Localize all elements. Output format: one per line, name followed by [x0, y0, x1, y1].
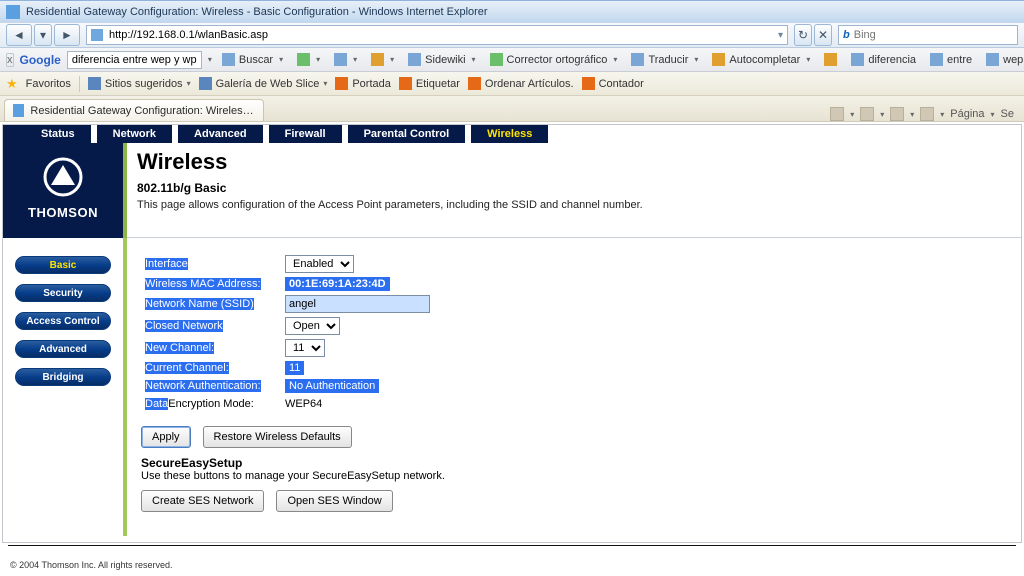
label-network-auth: Network Authentication:	[145, 380, 261, 392]
google-kw-entre[interactable]: entre	[926, 53, 976, 66]
select-closed-network[interactable]: Open	[285, 317, 340, 335]
back-button[interactable]: ◄	[6, 24, 32, 46]
router-top-nav: Status Network Advanced Firewall Parenta…	[3, 125, 1021, 143]
browser-command-bar: ▾ ▾ ▾ ▾ Página▾ Se	[830, 107, 1020, 121]
favorites-ordenar-articulos[interactable]: Ordenar Artículos.	[468, 77, 574, 90]
footer-copyright: © 2004 Thomson Inc. All rights reserved.	[0, 546, 1024, 576]
home-icon[interactable]	[830, 107, 844, 121]
value-network-auth: No Authentication	[285, 379, 379, 393]
google-highlight-button[interactable]	[820, 53, 841, 66]
label-current-channel: Current Channel:	[145, 362, 229, 374]
subnav-advanced[interactable]: Advanced	[15, 340, 111, 358]
page-description: This page allows configuration of the Ac…	[137, 199, 1011, 211]
apply-button[interactable]: Apply	[141, 426, 191, 448]
refresh-button[interactable]: ↻	[794, 24, 812, 46]
google-toolbar-search-input[interactable]	[67, 51, 202, 69]
address-dropdown-icon[interactable]: ▾	[778, 30, 783, 41]
label-interface: Interface	[145, 258, 188, 270]
brand-name: THOMSON	[7, 205, 119, 220]
browser-navbar: ◄ ▾ ► ▾ ↻ ✕ b	[0, 22, 1024, 48]
favorites-bar: ★ Favoritos Sitios sugeridos▾ Galería de…	[0, 72, 1024, 96]
browser-tab-active[interactable]: Residential Gateway Configuration: Wirel…	[4, 99, 264, 121]
brand-box: THOMSON	[3, 143, 123, 238]
favorites-etiquetar[interactable]: Etiquetar	[399, 77, 460, 90]
thomson-logo-icon	[43, 157, 83, 197]
google-sidewiki-button[interactable]: Sidewiki▾	[404, 53, 479, 66]
subnav-access-control[interactable]: Access Control	[15, 312, 111, 330]
url-input[interactable]	[109, 29, 772, 41]
google-share-button[interactable]: ▾	[293, 53, 324, 66]
google-toolbar-logo: Google	[20, 53, 61, 67]
value-mac: 00:1E:69:1A:23:4D	[285, 277, 390, 291]
google-traducir-button[interactable]: Traducir▾	[627, 53, 702, 66]
page-subtitle: 802.11b/g Basic	[137, 181, 1011, 195]
favorites-star-icon[interactable]: ★	[6, 76, 18, 92]
favorites-portada[interactable]: Portada	[335, 77, 391, 90]
subnav-security[interactable]: Security	[15, 284, 111, 302]
tab-favicon	[13, 104, 24, 117]
nav-advanced[interactable]: Advanced	[178, 125, 263, 143]
nav-network[interactable]: Network	[97, 125, 172, 143]
label-mac: Wireless MAC Address:	[145, 278, 261, 290]
google-kw-wep[interactable]: wep	[982, 53, 1024, 66]
address-bar[interactable]: ▾	[86, 25, 788, 45]
page-title: Wireless	[137, 149, 1011, 175]
nav-status[interactable]: Status	[25, 125, 91, 143]
google-toolbar: x Google ▾ Buscar▾ ▾ ▾ ▾ Sidewiki▾ Corre…	[0, 48, 1024, 72]
value-current-channel: 11	[285, 361, 304, 375]
google-search-dropdown-icon[interactable]: ▾	[208, 55, 212, 64]
search-input[interactable]	[854, 29, 1013, 41]
subnav-basic[interactable]: Basic	[15, 256, 111, 274]
page-viewport: Status Network Advanced Firewall Parenta…	[0, 122, 1024, 576]
nav-wireless[interactable]: Wireless	[471, 125, 548, 143]
back-history-dropdown[interactable]: ▾	[34, 24, 52, 46]
tab-label: Residential Gateway Configuration: Wirel…	[30, 105, 255, 117]
nav-parental-control[interactable]: Parental Control	[348, 125, 466, 143]
favorites-separator	[79, 76, 80, 92]
print-icon[interactable]	[920, 107, 934, 121]
google-bookmark-button[interactable]: ▾	[330, 53, 361, 66]
google-kw-diferencia[interactable]: diferencia	[847, 53, 920, 66]
favorites-sitios-sugeridos[interactable]: Sitios sugeridos▾	[88, 77, 191, 90]
create-ses-button[interactable]: Create SES Network	[141, 490, 264, 512]
mail-icon[interactable]	[890, 107, 904, 121]
wireless-basic-form: Interface Enabled Wireless MAC Address: …	[127, 238, 1021, 536]
browser-search-box[interactable]: b	[838, 25, 1018, 45]
wireless-subnav: Basic Security Access Control Advanced B…	[3, 238, 123, 536]
google-corrector-button[interactable]: Corrector ortográfico▾	[486, 53, 622, 66]
ses-description: Use these buttons to manage your SecureE…	[141, 470, 1007, 482]
google-autocompletar-button[interactable]: Autocompletar▾	[708, 53, 814, 66]
label-ssid: Network Name (SSID)	[145, 298, 254, 310]
window-titlebar: Residential Gateway Configuration: Wirel…	[0, 0, 1024, 22]
window-title: Residential Gateway Configuration: Wirel…	[26, 6, 488, 18]
google-popup-button[interactable]: ▾	[367, 53, 398, 66]
rss-icon[interactable]	[860, 107, 874, 121]
label-data-encryption: DataEncryption Mode:	[141, 396, 281, 412]
label-closed-network: Closed Network	[145, 320, 223, 332]
value-data-encryption: WEP64	[285, 398, 322, 410]
favorites-galeria-web-slice[interactable]: Galería de Web Slice▾	[199, 77, 328, 90]
label-new-channel: New Channel:	[145, 342, 214, 354]
site-favicon	[91, 29, 103, 41]
favorites-contador[interactable]: Contador	[582, 77, 644, 90]
toolbar-close-icon[interactable]: x	[6, 53, 14, 67]
seguridad-menu[interactable]: Se	[1001, 108, 1014, 120]
browser-tab-strip: Residential Gateway Configuration: Wirel…	[0, 96, 1024, 122]
favorites-label[interactable]: Favoritos	[26, 78, 71, 90]
restore-defaults-button[interactable]: Restore Wireless Defaults	[203, 426, 352, 448]
page-headings: Wireless 802.11b/g Basic This page allow…	[127, 143, 1021, 238]
pagina-menu[interactable]: Página	[950, 108, 984, 120]
select-interface[interactable]: Enabled	[285, 255, 354, 273]
browser-favicon	[6, 5, 20, 19]
google-buscar-button[interactable]: Buscar▾	[218, 53, 287, 66]
search-engine-icon: b	[843, 29, 850, 41]
open-ses-button[interactable]: Open SES Window	[276, 490, 392, 512]
select-new-channel[interactable]: 11	[285, 339, 325, 357]
ses-heading: SecureEasySetup	[141, 456, 1007, 470]
nav-firewall[interactable]: Firewall	[269, 125, 342, 143]
stop-button[interactable]: ✕	[814, 24, 832, 46]
input-ssid[interactable]	[285, 295, 430, 313]
forward-button[interactable]: ►	[54, 24, 80, 46]
subnav-bridging[interactable]: Bridging	[15, 368, 111, 386]
